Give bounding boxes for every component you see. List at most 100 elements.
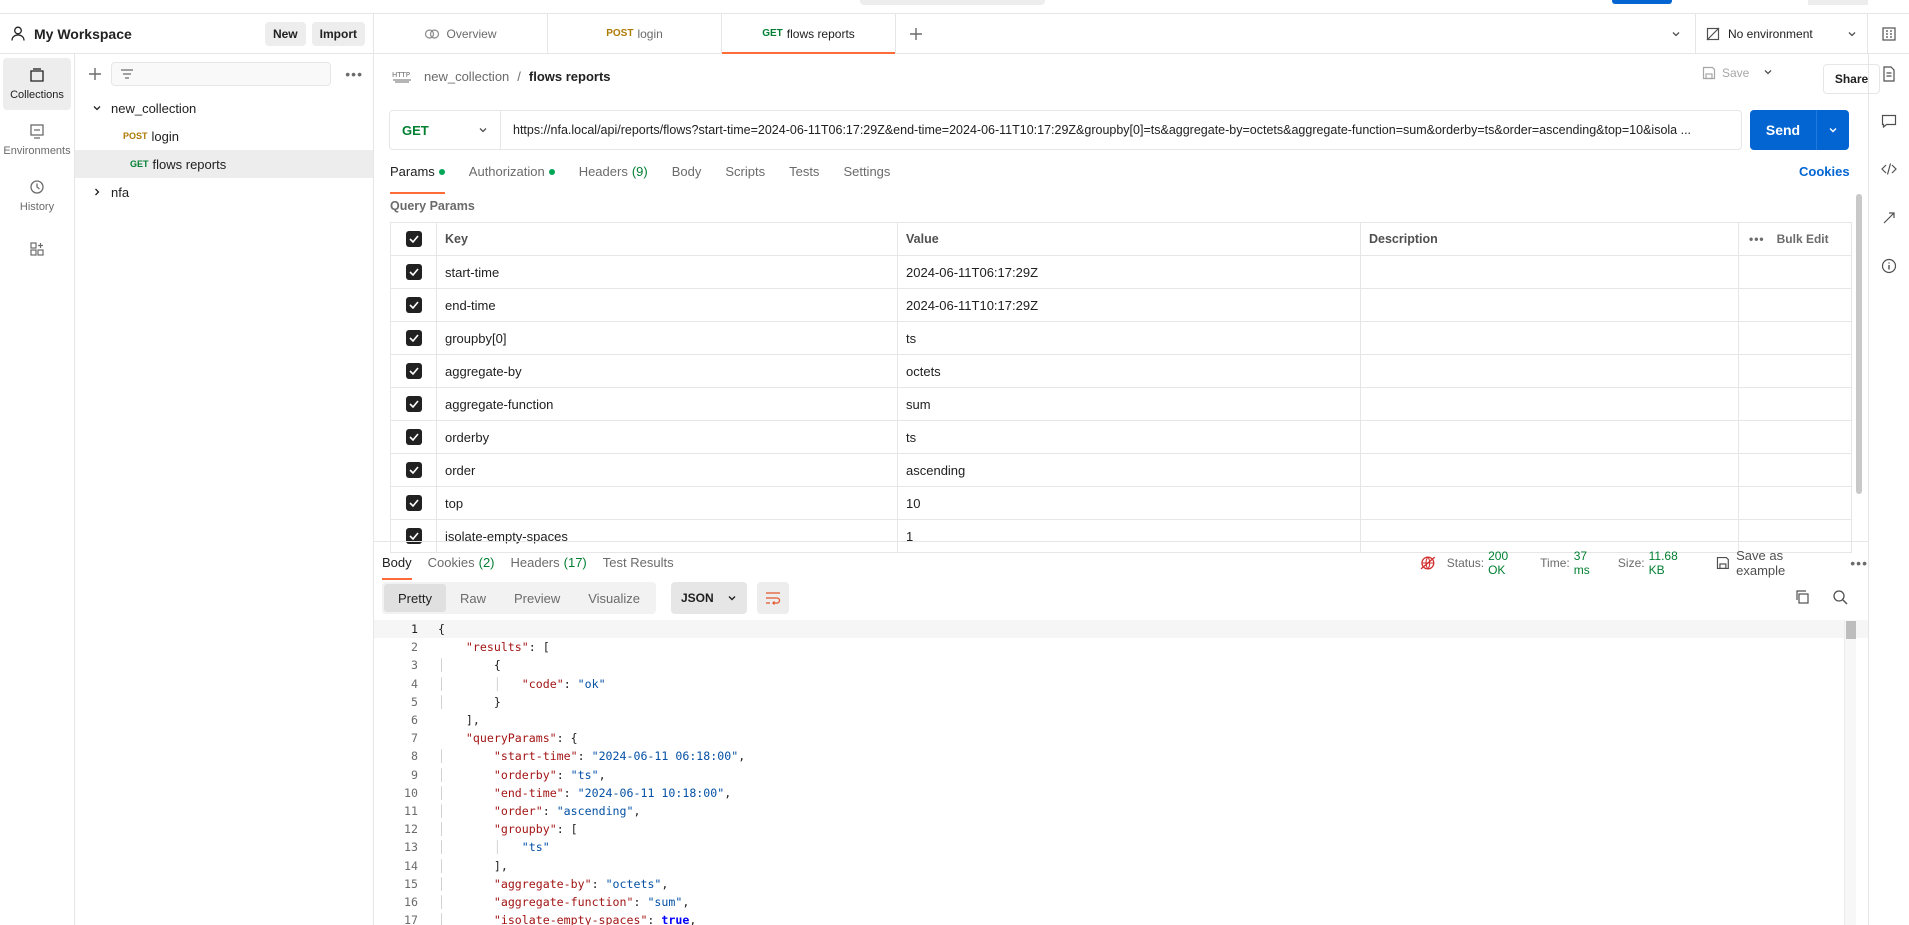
network-icon[interactable]	[1419, 555, 1437, 571]
rail-history[interactable]: History	[3, 170, 71, 222]
param-key[interactable]: start-time	[437, 256, 898, 288]
param-key[interactable]: end-time	[437, 289, 898, 321]
more-options-icon[interactable]: •••	[1749, 232, 1765, 246]
copy-icon[interactable]	[1794, 589, 1810, 608]
send-label[interactable]: Send	[1750, 110, 1817, 150]
tree-request-flows-reports[interactable]: GET flows reports	[75, 150, 373, 178]
param-value[interactable]: ts	[898, 322, 1361, 354]
tab-overview[interactable]: Overview	[374, 14, 548, 53]
response-tab-test-results[interactable]: Test Results	[603, 542, 674, 584]
checkbox[interactable]	[405, 363, 422, 379]
checkbox[interactable]	[405, 429, 422, 445]
param-checkbox-cell[interactable]	[391, 256, 437, 288]
documentation-button[interactable]	[1882, 66, 1896, 114]
response-tab-headers[interactable]: Headers (17)	[511, 542, 587, 584]
tab-authorization[interactable]: Authorization	[469, 164, 555, 194]
param-value[interactable]: ascending	[898, 454, 1361, 486]
param-checkbox-cell[interactable]	[391, 322, 437, 354]
top-search-bar[interactable]	[860, 0, 1045, 5]
method-select[interactable]: GET	[390, 111, 501, 149]
checkbox[interactable]	[405, 297, 422, 313]
response-more-icon[interactable]: •••	[1850, 555, 1868, 571]
environment-selector[interactable]: No environment	[1696, 14, 1868, 53]
param-key[interactable]: groupby[0]	[437, 322, 898, 354]
tree-folder[interactable]: nfa	[75, 178, 373, 206]
breadcrumb-collection[interactable]: new_collection	[424, 69, 509, 84]
wrap-lines-button[interactable]	[757, 582, 789, 614]
param-description[interactable]	[1361, 388, 1739, 420]
code-scroll-thumb[interactable]	[1846, 621, 1856, 639]
code-scrollbar[interactable]	[1844, 620, 1856, 925]
share-button[interactable]: Share	[1823, 64, 1880, 94]
view-preview[interactable]: Preview	[500, 584, 574, 612]
response-tab-cookies[interactable]: Cookies (2)	[428, 542, 495, 584]
comments-button[interactable]	[1881, 114, 1897, 162]
top-upgrade-button[interactable]	[1612, 0, 1672, 4]
top-account-area[interactable]	[1808, 0, 1868, 5]
add-collection-button[interactable]	[85, 64, 105, 84]
param-checkbox-cell[interactable]	[391, 454, 437, 486]
breadcrumb-request[interactable]: flows reports	[529, 69, 611, 84]
param-checkbox-cell[interactable]	[391, 487, 437, 519]
tab-headers[interactable]: Headers (9)	[579, 164, 648, 194]
environment-quicklook-button[interactable]	[1868, 14, 1909, 53]
param-value[interactable]: sum	[898, 388, 1361, 420]
tab-body[interactable]: Body	[672, 164, 702, 194]
chevron-down-icon[interactable]	[87, 103, 107, 113]
param-key[interactable]: aggregate-function	[437, 388, 898, 420]
tab-settings[interactable]: Settings	[843, 164, 890, 194]
import-button[interactable]: Import	[311, 21, 365, 46]
time-value[interactable]: 37 ms	[1574, 549, 1606, 577]
checkbox[interactable]	[405, 396, 422, 412]
tab-login[interactable]: POST login	[548, 14, 722, 53]
tab-flows-reports[interactable]: GET flows reports	[722, 14, 896, 54]
param-key[interactable]: top	[437, 487, 898, 519]
rail-environments[interactable]: Environments	[3, 114, 71, 166]
related-button[interactable]	[1881, 210, 1897, 258]
checkbox[interactable]	[405, 231, 422, 247]
param-description[interactable]	[1361, 289, 1739, 321]
tab-scripts[interactable]: Scripts	[725, 164, 765, 194]
tab-params[interactable]: Params	[390, 164, 445, 194]
param-description[interactable]	[1361, 322, 1739, 354]
search-icon[interactable]	[1832, 589, 1848, 608]
param-value[interactable]: 10	[898, 487, 1361, 519]
response-body-code[interactable]: 1{ 2 "results": [ 3 │ { 4 │ │ "code": "ok"…	[374, 620, 1868, 925]
response-tab-body[interactable]: Body	[382, 542, 412, 584]
param-description[interactable]	[1361, 487, 1739, 519]
tree-request-login[interactable]: POST login	[75, 122, 373, 150]
chevron-right-icon[interactable]	[87, 187, 107, 197]
sidebar-search-input[interactable]	[139, 67, 320, 81]
param-value[interactable]: 2024-06-11T10:17:29Z	[898, 289, 1361, 321]
checkbox[interactable]	[405, 462, 422, 478]
param-description[interactable]	[1361, 256, 1739, 288]
view-pretty[interactable]: Pretty	[384, 584, 446, 612]
tab-tests[interactable]: Tests	[789, 164, 819, 194]
status-value[interactable]: 200 OK	[1488, 549, 1528, 577]
size-value[interactable]: 11.68 KB	[1649, 549, 1697, 577]
param-checkbox-cell[interactable]	[391, 289, 437, 321]
tabs-dropdown-button[interactable]	[1656, 14, 1696, 53]
params-scrollbar[interactable]	[1856, 194, 1862, 494]
param-description[interactable]	[1361, 421, 1739, 453]
rail-apps[interactable]	[3, 226, 71, 278]
param-value[interactable]: octets	[898, 355, 1361, 387]
save-button[interactable]: Save	[1702, 66, 1749, 80]
sidebar-more-icon[interactable]: •••	[345, 66, 363, 82]
save-dropdown-button[interactable]	[1763, 66, 1773, 80]
param-checkbox-cell[interactable]	[391, 388, 437, 420]
url-input[interactable]: https://nfa.local/api/reports/flows?star…	[501, 123, 1741, 137]
param-key[interactable]: aggregate-by	[437, 355, 898, 387]
info-button[interactable]	[1881, 258, 1897, 306]
save-as-example-button[interactable]: Save as example	[1716, 548, 1834, 578]
param-checkbox-cell[interactable]	[391, 421, 437, 453]
send-button[interactable]: Send	[1750, 110, 1849, 150]
format-select[interactable]: JSON	[671, 582, 747, 614]
param-value[interactable]: 2024-06-11T06:17:29Z	[898, 256, 1361, 288]
checkbox[interactable]	[405, 264, 422, 280]
code-button[interactable]	[1881, 162, 1897, 210]
cookies-link[interactable]: Cookies	[1799, 164, 1850, 179]
sidebar-search[interactable]	[110, 62, 332, 86]
checkbox[interactable]	[405, 495, 422, 511]
select-all-checkbox[interactable]	[391, 223, 437, 255]
